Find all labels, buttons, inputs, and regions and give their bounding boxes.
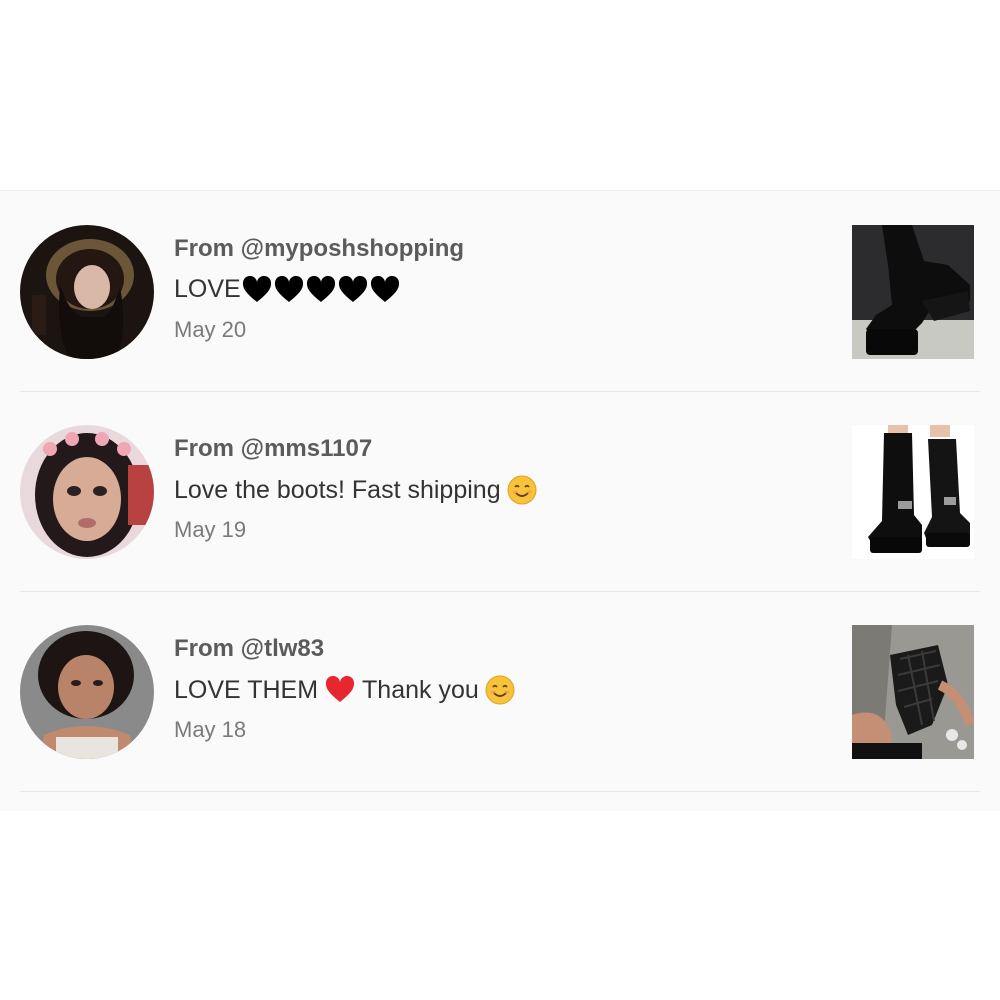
smiling-face-icon	[485, 675, 515, 705]
reviewer-name[interactable]: From @myposhshopping	[174, 235, 464, 263]
black-heart-icon	[274, 275, 303, 302]
review-item[interactable]: From @mms1107 Love the boots! Fast shipp…	[20, 391, 980, 592]
review-message-text: LOVE THEM	[174, 675, 319, 704]
avatar[interactable]	[20, 425, 154, 559]
review-message-text: LOVE	[174, 275, 241, 303]
black-heart-icon	[242, 275, 271, 302]
black-heart-icon	[370, 275, 399, 302]
product-thumbnail[interactable]	[852, 225, 974, 359]
review-item[interactable]: From @myposhshopping LOVE May 20	[20, 191, 980, 392]
review-date: May 19	[174, 517, 247, 542]
reviews-list: From @myposhshopping LOVE May 20 From @m…	[0, 190, 1000, 811]
review-message-text: Thank you	[362, 675, 479, 704]
review-item[interactable]: From @tlw83 LOVE THEM Thank you May 18	[20, 591, 980, 792]
review-message: LOVE THEM Thank you	[174, 675, 515, 705]
product-thumbnail[interactable]	[852, 625, 974, 759]
avatar[interactable]	[20, 225, 154, 359]
product-thumbnail[interactable]	[852, 425, 974, 559]
black-heart-icon	[338, 275, 367, 302]
avatar[interactable]	[20, 625, 154, 759]
review-message: Love the boots! Fast shipping	[174, 475, 537, 505]
review-message: LOVE	[174, 275, 401, 304]
review-date: May 20	[174, 317, 247, 342]
red-heart-icon	[326, 676, 355, 702]
review-date: May 18	[174, 717, 247, 742]
black-heart-icon	[306, 275, 335, 302]
reviewer-name[interactable]: From @mms1107	[174, 435, 372, 463]
smiling-face-icon	[507, 475, 537, 505]
review-message-text: Love the boots! Fast shipping	[174, 475, 501, 504]
reviewer-name[interactable]: From @tlw83	[174, 635, 324, 663]
